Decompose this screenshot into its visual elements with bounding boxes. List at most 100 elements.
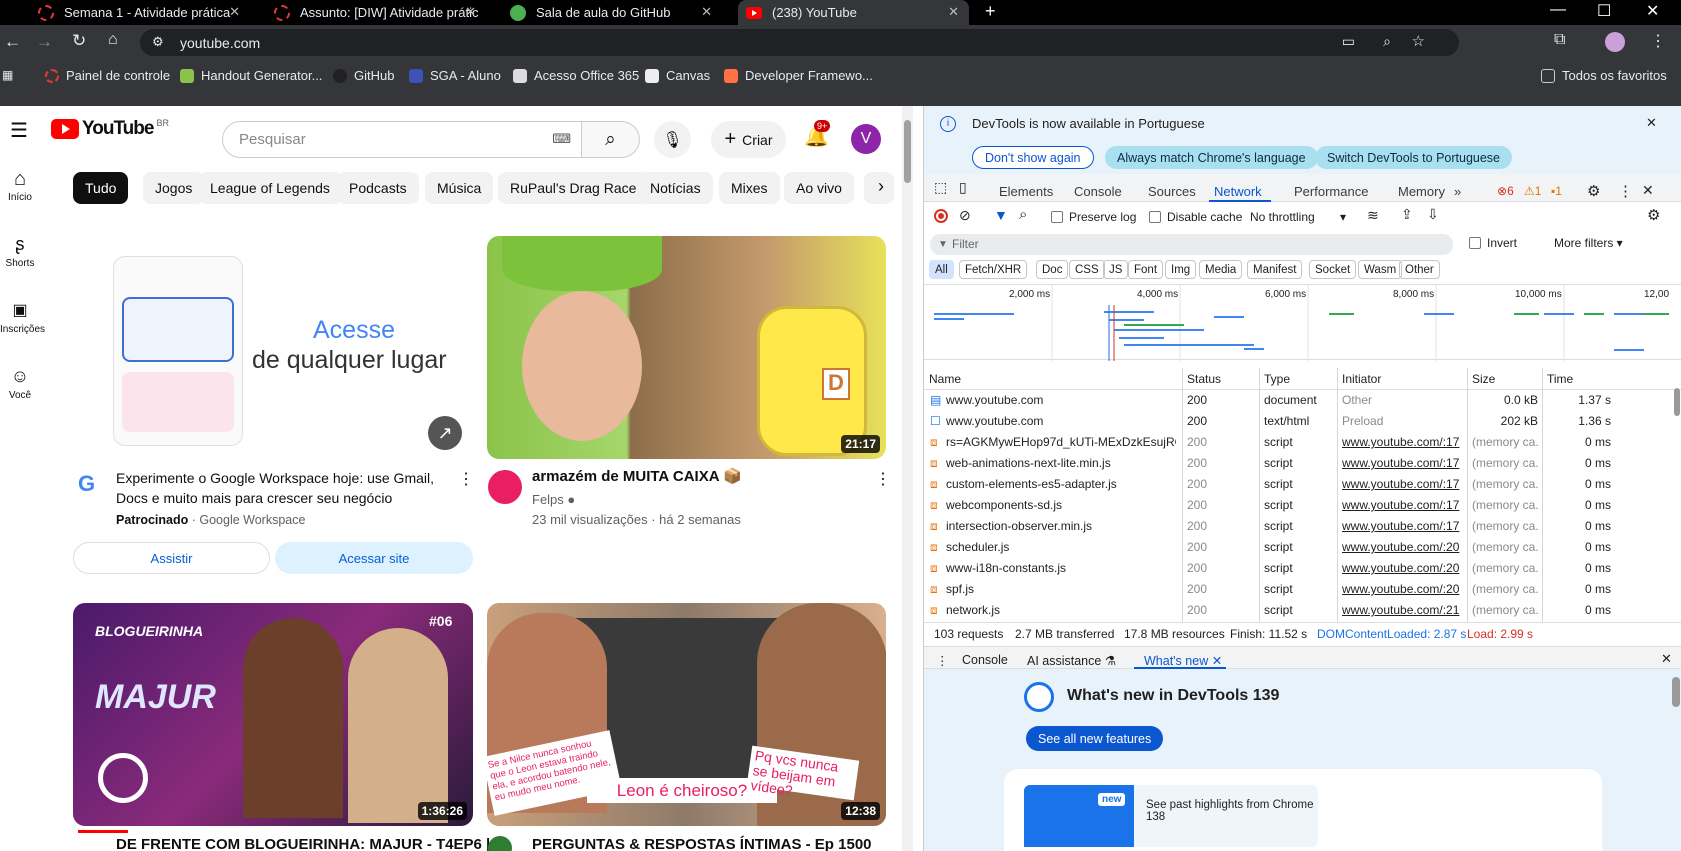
column-status[interactable]: Status: [1187, 372, 1221, 386]
past-highlights-link[interactable]: See past highlights from Chrome 138: [1146, 799, 1318, 823]
request-row[interactable]: ⧈ www-i18n-constants.js 200 script www.youtu…: [924, 558, 1681, 579]
request-row[interactable]: ⧈ scheduler.js 200 script www.youtube.com/:2…: [924, 537, 1681, 558]
type-filter-wasm[interactable]: Wasm: [1358, 260, 1403, 279]
request-row[interactable]: ⧈ intersection-observer.min.js 200 script ww…: [924, 516, 1681, 537]
warning-counter[interactable]: ⚠1: [1524, 184, 1541, 198]
video-title[interactable]: PERGUNTAS & RESPOSTAS ÍNTIMAS - Ep 1500: [532, 836, 872, 851]
network-settings-icon[interactable]: ⚙: [1647, 206, 1660, 224]
network-overview[interactable]: 2,000 ms 4,000 ms 6,000 ms 8,000 ms 10,0…: [924, 284, 1681, 361]
bookmark-star-icon[interactable]: ☆: [1412, 32, 1425, 50]
dont-show-again-button[interactable]: Don't show again: [972, 146, 1094, 169]
invert-checkbox[interactable]: [1469, 237, 1481, 249]
always-match-button[interactable]: Always match Chrome's language: [1105, 146, 1318, 169]
bookmark-handout[interactable]: Handout Generator...: [180, 68, 322, 83]
close-devtools-icon[interactable]: ✕: [1642, 182, 1654, 199]
voice-search-button[interactable]: 🎙: [654, 121, 691, 158]
issue-counter[interactable]: ▪1: [1551, 184, 1562, 198]
extensions-icon[interactable]: ⧉: [1554, 31, 1565, 49]
nav-shorts[interactable]: ʂ Shorts: [0, 234, 40, 269]
tab-youtube[interactable]: (238) YouTube ✕: [738, 0, 969, 25]
type-filter-img[interactable]: Img: [1165, 260, 1197, 279]
request-initiator[interactable]: www.youtube.com/:17: [1342, 456, 1462, 470]
new-tab-button[interactable]: +: [985, 1, 996, 22]
address-bar[interactable]: ⚙ youtube.com ▭ ⌕ ☆: [140, 29, 1459, 56]
tab-memory[interactable]: Memory: [1398, 184, 1445, 199]
request-initiator[interactable]: www.youtube.com/:21: [1342, 603, 1462, 617]
video-thumbnail[interactable]: Se a Nilce nunca sonhou que o Leon estav…: [487, 603, 886, 826]
menu-icon[interactable]: ⋮: [1650, 31, 1666, 51]
tab-semana[interactable]: Semana 1 - Atividade prática ✕: [30, 0, 250, 25]
highlight-banner[interactable]: new See past highlights from Chrome 138: [1024, 785, 1318, 847]
request-initiator[interactable]: www.youtube.com/:17: [1342, 435, 1462, 449]
see-all-features-button[interactable]: See all new features: [1026, 726, 1164, 751]
notifications-button[interactable]: 🔔 9+: [804, 120, 831, 149]
external-link-icon[interactable]: ↗: [428, 416, 462, 450]
minimize-button[interactable]: —: [1550, 1, 1566, 19]
type-filter-socket[interactable]: Socket: [1309, 260, 1357, 279]
page-scrollbar[interactable]: [902, 106, 913, 851]
zoom-icon[interactable]: ⌕: [1383, 33, 1391, 50]
scrollbar-thumb[interactable]: [1674, 388, 1680, 416]
chip-all[interactable]: Tudo: [73, 172, 129, 204]
tab-sources[interactable]: Sources: [1148, 184, 1196, 199]
column-size[interactable]: Size: [1472, 372, 1495, 386]
search-button[interactable]: ⌕: [582, 121, 640, 158]
drawer-tab-whats-new[interactable]: What's new ✕: [1144, 653, 1222, 668]
type-filter-media[interactable]: Media: [1199, 260, 1243, 279]
channel-avatar[interactable]: [488, 470, 522, 504]
nav-home[interactable]: ⌂ Início: [0, 168, 40, 203]
search-icon[interactable]: ⌕: [1019, 206, 1027, 223]
inspect-icon[interactable]: ⬚: [934, 179, 947, 196]
request-initiator[interactable]: www.youtube.com/:20: [1342, 561, 1462, 575]
record-icon[interactable]: [934, 209, 948, 223]
channel-avatar[interactable]: [488, 836, 512, 851]
tab-console[interactable]: Console: [1074, 184, 1122, 199]
export-har-icon[interactable]: ⇩: [1427, 206, 1439, 223]
chip-news[interactable]: Notícias: [638, 172, 713, 204]
drawer-tab-console[interactable]: Console: [962, 653, 1008, 667]
nav-subscriptions[interactable]: ▣ Inscrições: [0, 300, 45, 335]
column-name[interactable]: Name: [929, 372, 961, 386]
type-filter-css[interactable]: CSS: [1069, 260, 1105, 279]
bookmark-developer[interactable]: Developer Framewo...: [724, 68, 873, 83]
request-row[interactable]: ▤ www.youtube.com 200 document Other 0.0 kB 1.…: [924, 390, 1681, 411]
network-conditions-icon[interactable]: ≋: [1367, 207, 1379, 224]
profile-avatar[interactable]: [1605, 32, 1625, 52]
request-row[interactable]: ⧈ rs=AGKMywEHop97d_kUTi-MExDzkEsujRGz... 2…: [924, 432, 1681, 453]
bookmark-github[interactable]: GitHub: [333, 68, 394, 83]
create-button[interactable]: + Criar: [711, 121, 786, 158]
video-title[interactable]: DE FRENTE COM BLOGUEIRINHA: MAJUR - T4EP…: [116, 836, 490, 851]
request-row[interactable]: ⧈ network.js 200 script www.youtube.com/:21 (…: [924, 600, 1681, 621]
maximize-button[interactable]: ☐: [1597, 1, 1611, 21]
chip-games[interactable]: Jogos: [143, 172, 205, 204]
nav-you[interactable]: ☺ Você: [0, 366, 40, 401]
type-filter-doc[interactable]: Doc: [1036, 260, 1069, 279]
bookmark-office[interactable]: Acesso Office 365: [513, 68, 639, 83]
type-filter-fetch[interactable]: Fetch/XHR: [959, 260, 1028, 279]
home-icon[interactable]: ⌂: [108, 31, 118, 49]
chip-lol[interactable]: League of Legends: [198, 172, 342, 204]
chip-podcasts[interactable]: Podcasts: [337, 172, 419, 204]
kebab-menu-icon[interactable]: ⋮: [1618, 182, 1633, 200]
type-filter-js[interactable]: JS: [1103, 260, 1129, 279]
request-initiator[interactable]: www.youtube.com/:20: [1342, 582, 1462, 596]
drawer-tab-ai[interactable]: AI assistance ⚗: [1027, 653, 1116, 668]
more-options-icon[interactable]: ⋮: [458, 469, 474, 489]
scrollbar-thumb[interactable]: [1672, 677, 1680, 707]
close-drawer-icon[interactable]: ✕: [1661, 651, 1672, 667]
close-icon[interactable]: ✕: [1212, 654, 1222, 668]
import-har-icon[interactable]: ⇪: [1401, 206, 1413, 223]
close-window-button[interactable]: ✕: [1646, 1, 1659, 21]
request-row[interactable]: ☐ www.youtube.com 200 text/html Preload 202 k…: [924, 411, 1681, 432]
forward-icon[interactable]: →: [36, 32, 53, 52]
request-initiator[interactable]: www.youtube.com/:17: [1342, 477, 1462, 491]
chip-music[interactable]: Música: [425, 172, 494, 204]
close-icon[interactable]: ✕: [1646, 115, 1657, 131]
tab-network[interactable]: Network: [1214, 184, 1262, 199]
request-initiator[interactable]: www.youtube.com/:17: [1342, 519, 1462, 533]
back-icon[interactable]: ←: [4, 32, 21, 52]
type-filter-font[interactable]: Font: [1128, 260, 1164, 279]
watch-button[interactable]: Assistir: [73, 542, 270, 574]
apps-icon[interactable]: ▦: [2, 68, 13, 82]
more-options-icon[interactable]: ⋮: [875, 469, 891, 489]
